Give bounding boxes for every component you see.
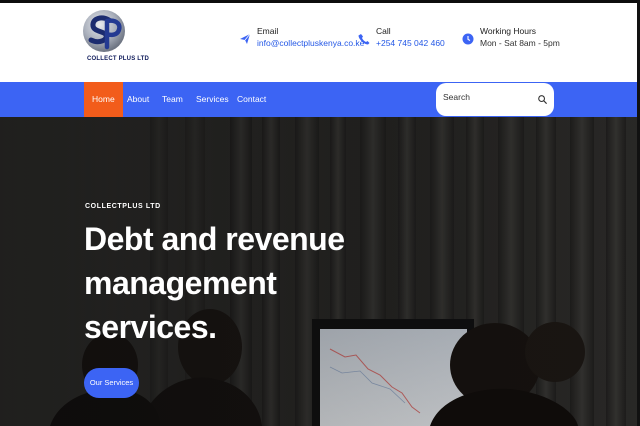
nav-home[interactable]: Home [84, 82, 123, 117]
contact-phone: Call +254 745 042 460 [358, 25, 445, 50]
email-label: Email [257, 26, 279, 36]
hero-headline: Debt and revenue management services. [84, 221, 345, 345]
hours-label: Working Hours [480, 26, 537, 36]
hours-value: Mon - Sat 8am - 5pm [480, 38, 560, 48]
search-input[interactable] [443, 92, 533, 102]
email-link[interactable]: info@collectpluskenya.co.ke [257, 37, 364, 50]
search-icon[interactable] [538, 95, 547, 104]
contact-hours: Working Hours Mon - Sat 8am - 5pm [462, 25, 560, 50]
clock-icon [462, 33, 474, 45]
call-label: Call [376, 26, 391, 36]
contact-email: Email info@collectpluskenya.co.ke [239, 25, 364, 50]
phone-icon [358, 34, 370, 45]
hero-eyebrow: COLLECTPLUS LTD [85, 203, 161, 210]
site-header: COLLECT PLUS LTD Email info@collectplusk… [0, 3, 637, 82]
phone-link[interactable]: +254 745 042 460 [376, 37, 445, 50]
our-services-button[interactable]: Our Services [84, 368, 139, 398]
nav-about[interactable]: About [127, 82, 149, 117]
logo-wordmark: COLLECT PLUS LTD [87, 56, 150, 62]
nav-team[interactable]: Team [162, 82, 183, 117]
nav-services[interactable]: Services [196, 82, 229, 117]
search-box[interactable] [436, 83, 554, 116]
nav-contact[interactable]: Contact [237, 82, 266, 117]
paper-plane-icon [240, 33, 251, 44]
